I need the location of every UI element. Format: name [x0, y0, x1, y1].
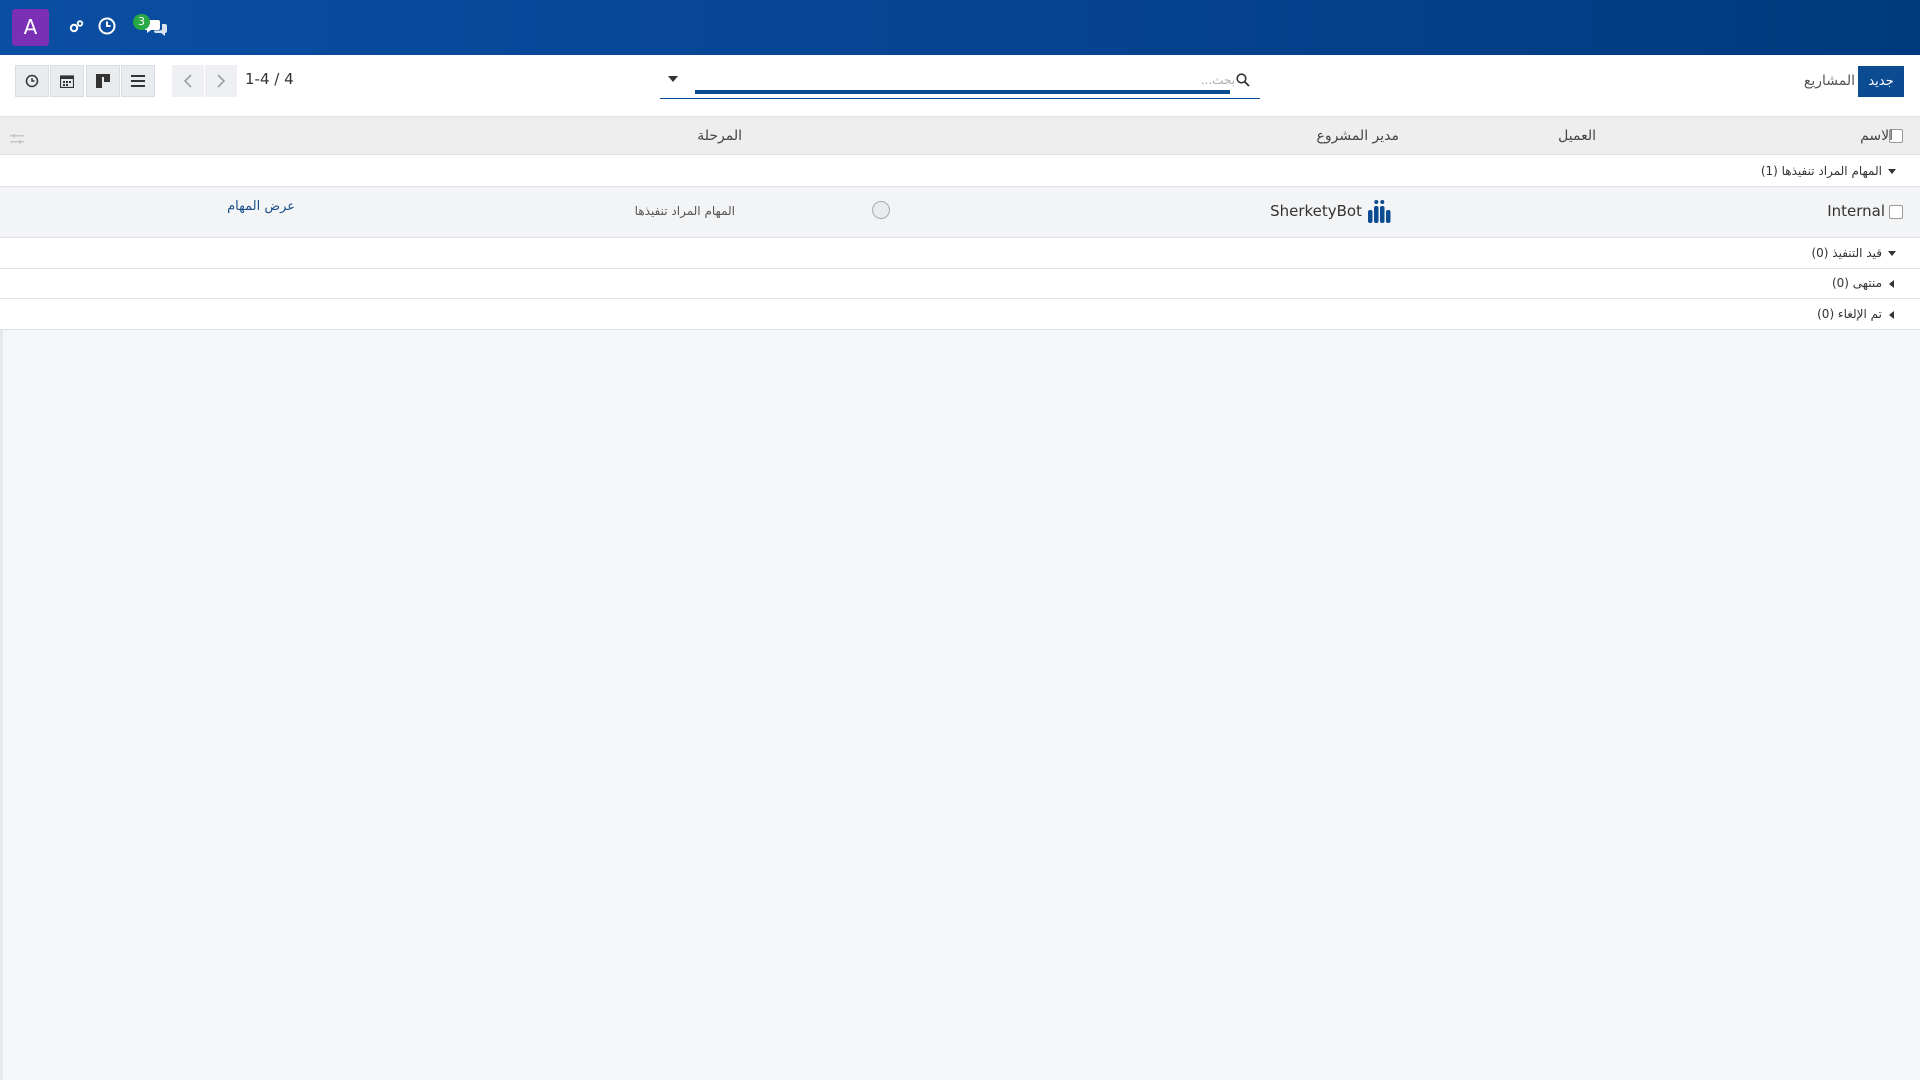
new-button[interactable]: جديد — [1858, 66, 1904, 97]
settings-gears-icon[interactable] — [68, 19, 84, 39]
group-row-done[interactable]: منتهى (0) — [0, 269, 1920, 299]
group-row-todo[interactable]: المهام المراد تنفيذها (1) — [0, 155, 1920, 187]
project-stage: المهام المراد تنفيذها — [634, 204, 735, 218]
project-manager-name: SherketyBot — [1270, 202, 1362, 220]
kanban-view-icon — [96, 74, 110, 88]
search-input[interactable] — [720, 71, 1235, 89]
caret-left-icon — [1889, 280, 1894, 288]
activity-view-icon — [25, 74, 39, 88]
calendar-view-button[interactable] — [50, 65, 84, 97]
chevron-left-icon — [183, 74, 192, 88]
table-header: الاسم العميل مدير المشروع المرحلة — [0, 117, 1920, 155]
clock-icon[interactable] — [98, 17, 116, 39]
search-icon — [1236, 72, 1250, 91]
messages-badge: 3 — [133, 14, 150, 30]
activity-view-button[interactable] — [15, 65, 49, 97]
column-header-project-manager[interactable]: مدير المشروع — [1314, 128, 1400, 144]
list-view-button[interactable] — [121, 65, 155, 97]
view-tasks-link[interactable]: عرض المهام — [200, 199, 295, 214]
group-label: قيد التنفيذ (0) — [1811, 246, 1882, 260]
table-row[interactable]: Internal SherketyBot المهام المراد تنفيذ… — [0, 187, 1920, 238]
pager-value[interactable]: 1-4 / 4 — [245, 70, 294, 88]
top-navbar: A 3 — [0, 0, 1920, 55]
column-header-stage[interactable]: المرحلة — [680, 128, 742, 144]
project-name: Internal — [1827, 202, 1885, 220]
caret-down-icon — [1888, 169, 1896, 174]
group-label: منتهى (0) — [1831, 276, 1882, 290]
status-circle-icon[interactable] — [872, 201, 890, 219]
search-options-toggle[interactable] — [668, 76, 678, 82]
caret-left-icon — [1889, 311, 1894, 319]
calendar-view-icon — [60, 75, 74, 88]
left-edge-shadow — [0, 330, 3, 1080]
group-row-cancelled[interactable]: تم الإلغاء (0) — [0, 299, 1920, 330]
optional-columns-icon[interactable] — [10, 129, 24, 148]
row-checkbox[interactable] — [1889, 205, 1903, 219]
pager-previous-button[interactable] — [172, 65, 204, 97]
chevron-right-icon — [217, 74, 226, 88]
kanban-view-button[interactable] — [86, 65, 120, 97]
sherketybot-logo-icon — [1367, 199, 1392, 229]
breadcrumb: المشاريع — [1803, 73, 1855, 89]
group-row-in-progress[interactable]: قيد التنفيذ (0) — [0, 238, 1920, 269]
group-label: المهام المراد تنفيذها (1) — [1760, 164, 1882, 178]
caret-down-icon — [1888, 251, 1896, 256]
search-focus-underline — [695, 90, 1230, 94]
column-header-customer[interactable]: العميل — [1551, 128, 1596, 144]
column-header-name[interactable]: الاسم — [1833, 128, 1893, 144]
pager-next-button[interactable] — [205, 65, 237, 97]
group-label: تم الإلغاء (0) — [1817, 307, 1882, 321]
list-view-icon — [131, 75, 145, 87]
user-avatar[interactable]: A — [12, 9, 49, 46]
